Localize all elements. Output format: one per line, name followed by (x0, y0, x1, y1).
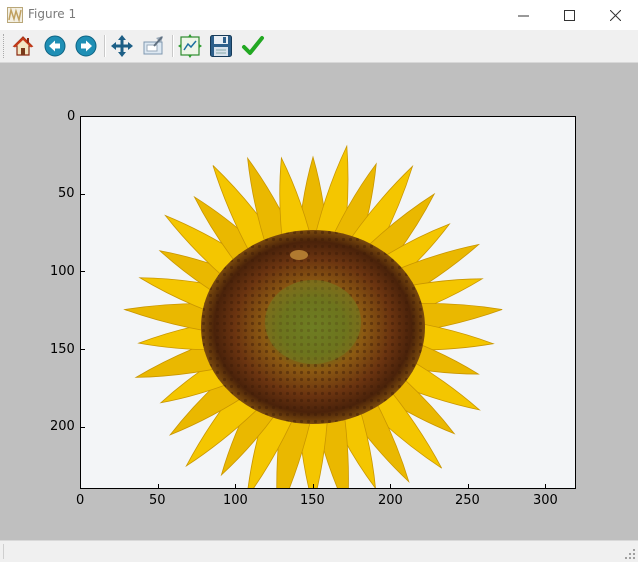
bee (290, 250, 308, 260)
resize-grip-icon[interactable] (624, 548, 636, 560)
sunflower-image (81, 117, 575, 488)
x-tick-label: 50 (149, 493, 166, 508)
x-tick-label: 300 (533, 493, 558, 508)
close-icon (609, 9, 621, 21)
y-tick-mark (81, 349, 85, 350)
minimize-button[interactable] (500, 0, 546, 30)
maximize-icon (563, 9, 575, 21)
back-button[interactable] (43, 34, 67, 58)
y-tick-label: 150 (50, 342, 75, 357)
toolbar-separator (172, 35, 174, 57)
move-icon (111, 35, 133, 57)
zoom-rect-icon (143, 36, 163, 55)
status-bar (0, 540, 638, 562)
x-tick-mark (313, 484, 314, 488)
window-title: Figure 1 (28, 7, 77, 21)
y-tick-label: 200 (50, 419, 75, 434)
back-arrow-icon (44, 35, 66, 57)
y-tick-mark (81, 427, 85, 428)
title-bar: Figure 1 (0, 0, 638, 30)
save-button[interactable] (209, 34, 233, 58)
forward-arrow-icon (75, 35, 97, 57)
forward-button[interactable] (74, 34, 98, 58)
navigation-toolbar (0, 30, 638, 63)
pan-button[interactable] (110, 34, 134, 58)
close-button[interactable] (592, 0, 638, 30)
status-divider (3, 544, 4, 559)
minimize-icon (517, 15, 529, 16)
x-tick-mark (390, 484, 391, 488)
x-tick-mark (468, 484, 469, 488)
x-tick-label: 200 (378, 493, 403, 508)
subplots-button[interactable] (178, 34, 202, 58)
y-tick-mark (81, 271, 85, 272)
edit-parameters-button[interactable] (241, 34, 265, 58)
disk-center (265, 280, 361, 364)
y-tick-mark (81, 194, 85, 195)
checkmark-icon (242, 36, 264, 55)
home-button[interactable] (11, 34, 35, 58)
x-tick-mark (545, 484, 546, 488)
x-tick-label: 100 (223, 493, 248, 508)
x-tick-label: 250 (455, 493, 480, 508)
y-tick-label: 50 (58, 186, 75, 201)
toolbar-separator (104, 35, 106, 57)
image-axes[interactable] (80, 116, 576, 489)
matplotlib-app-icon (7, 7, 23, 23)
x-tick-mark (235, 484, 236, 488)
x-tick-mark (158, 484, 159, 488)
y-tick-mark (81, 116, 85, 117)
x-tick-label: 150 (300, 493, 325, 508)
save-icon (210, 35, 232, 57)
maximize-button[interactable] (546, 0, 592, 30)
toolbar-grip[interactable] (3, 34, 7, 58)
home-icon (12, 36, 34, 56)
x-tick-label: 0 (76, 493, 85, 508)
y-tick-label: 100 (50, 264, 75, 279)
zoom-button[interactable] (142, 34, 166, 58)
x-tick-mark (80, 484, 81, 488)
y-tick-label: 0 (67, 109, 76, 124)
configure-subplots-icon (178, 34, 202, 58)
